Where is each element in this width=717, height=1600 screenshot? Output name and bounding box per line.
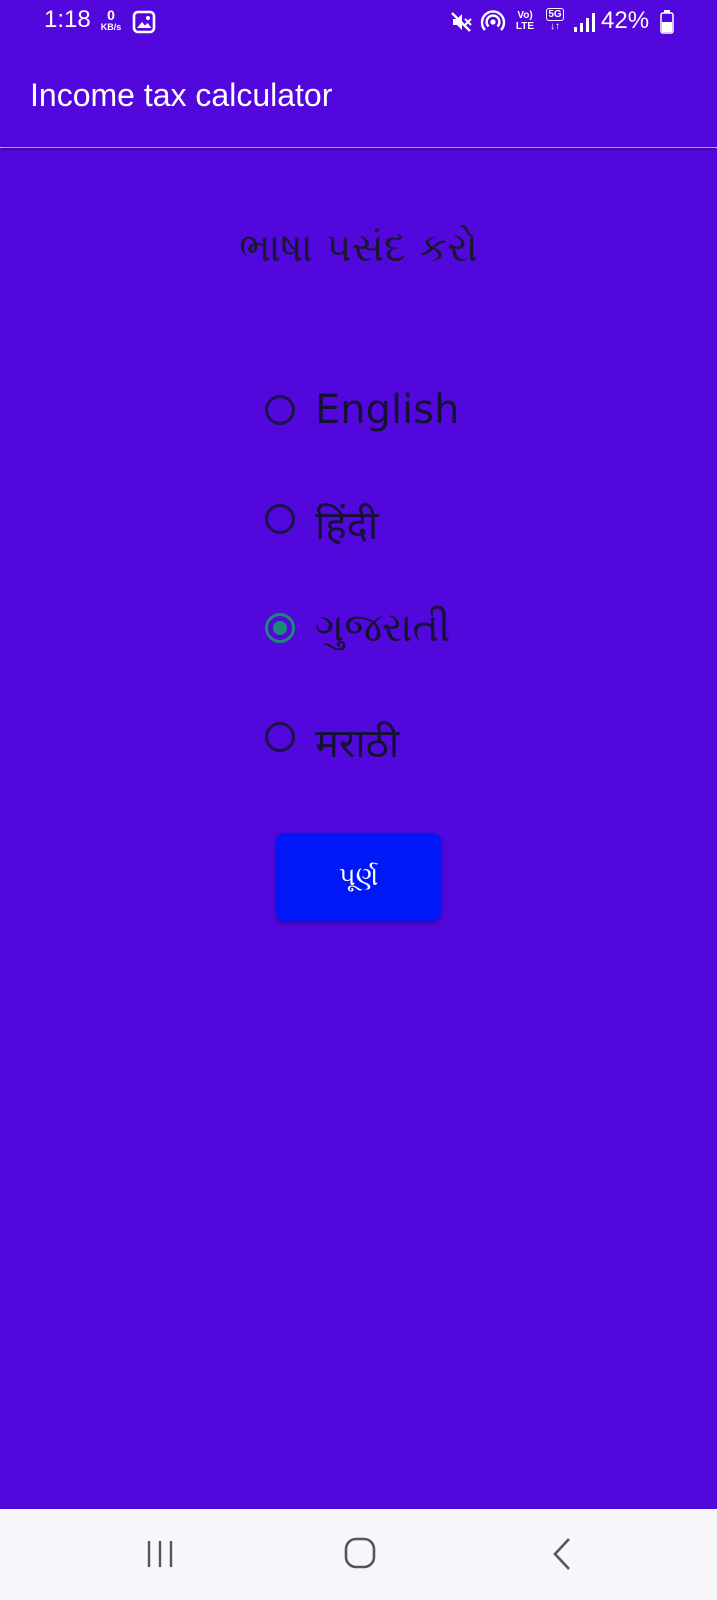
choose-language-heading: ભાષા પસંદ કરો [238,225,479,271]
recent-apps-icon[interactable] [146,1539,174,1573]
language-option-hindi[interactable]: हिंदी [263,498,523,549]
language-option-label: English [315,387,460,433]
battery-percent: 42% [601,7,650,34]
signal-icon [573,13,595,37]
home-icon[interactable] [344,1537,376,1573]
volte-label-top: Vo) [517,10,533,21]
network-speed-value: 0 [107,7,115,23]
status-time: 1:18 [44,6,91,33]
radio-button-unchecked[interactable] [265,504,295,534]
app-title: Income tax calculator [30,77,333,113]
app-bar: Income tax calculator [0,44,717,147]
mute-icon [450,10,474,38]
battery-icon [660,10,674,38]
radio-selected-dot [273,621,287,635]
gallery-icon [132,10,156,38]
language-option-label: मराठी [315,721,400,767]
done-button[interactable]: પૂર્ણ [276,833,441,921]
status-bar: 1:18 0 KB/s Vo) LTE 5G ↓↑ 42% [0,0,717,44]
content-area [0,147,717,1510]
data-arrows-icon: ↓↑ [550,21,560,32]
network-type-label: 5G [546,8,564,21]
radio-button-unchecked[interactable] [265,722,295,752]
hotspot-icon [480,9,506,39]
screen: 1:18 0 KB/s Vo) LTE 5G ↓↑ 42% Income tax… [0,0,717,1600]
language-option-english[interactable]: English [263,387,523,439]
navigation-bar [0,1509,717,1600]
back-icon[interactable] [550,1537,574,1575]
volte-icon: Vo) LTE [512,10,538,32]
radio-button-unchecked[interactable] [265,395,295,425]
radio-button-checked[interactable] [265,613,295,643]
network-speed-unit: KB/s [100,22,122,32]
network-5g-icon: 5G ↓↑ [543,8,567,32]
language-option-label: ગુજરાતી [315,605,451,651]
language-option-gujarati[interactable]: ગુજરાતી [263,605,523,657]
language-option-marathi[interactable]: मराठी [263,716,523,767]
volte-label-bottom: LTE [515,21,535,32]
network-speed-indicator: 0 KB/s [96,8,126,38]
language-option-label: हिंदी [315,503,379,549]
